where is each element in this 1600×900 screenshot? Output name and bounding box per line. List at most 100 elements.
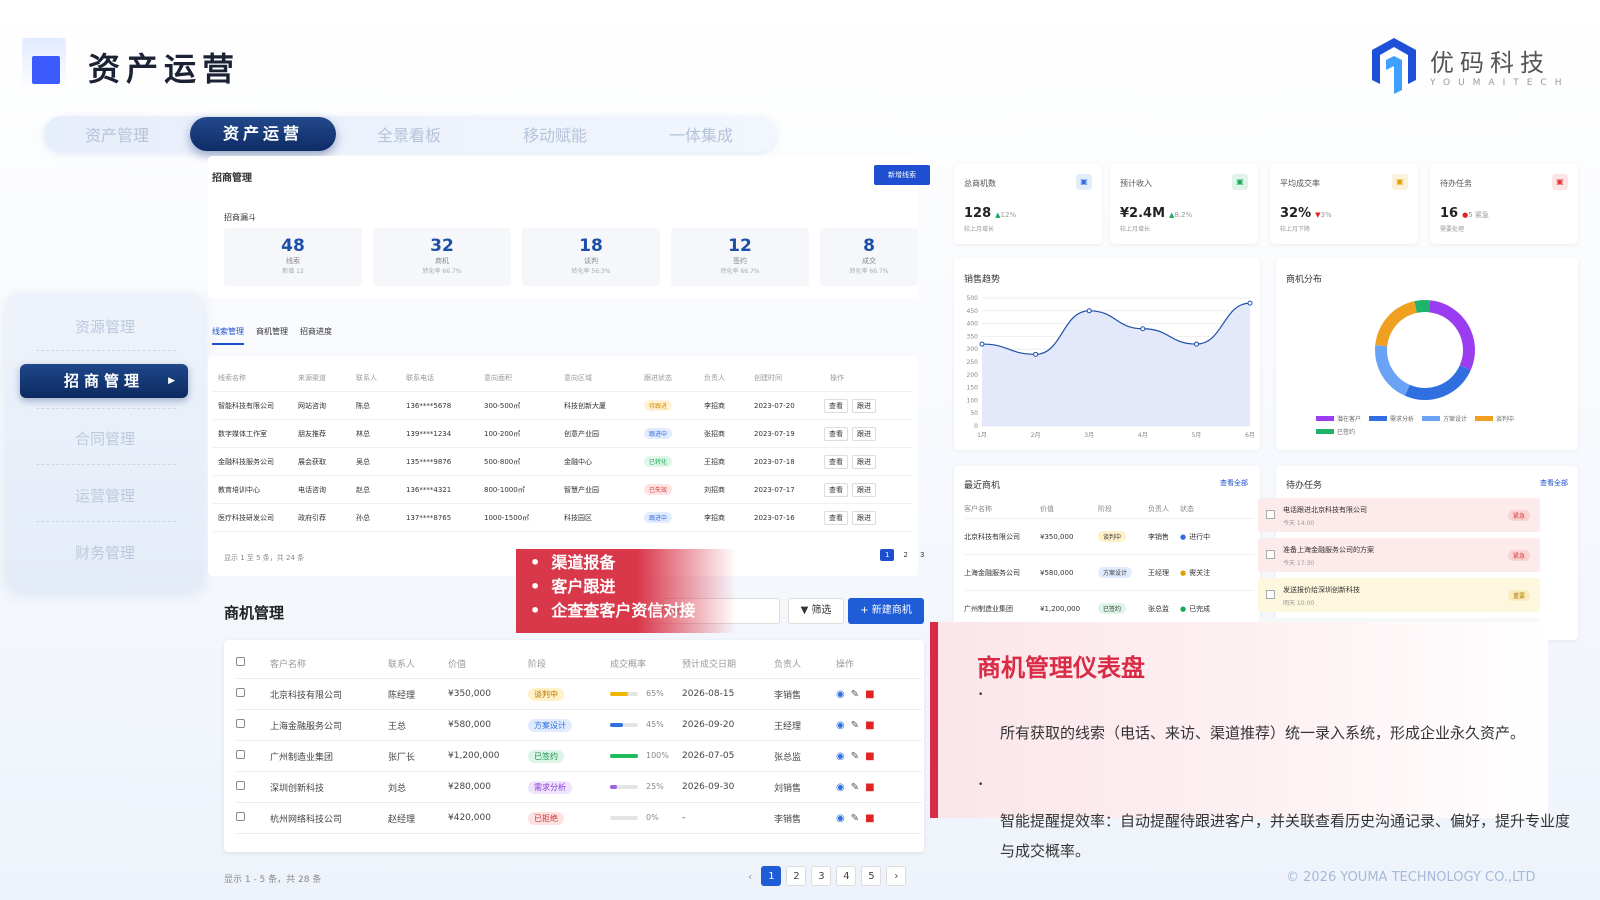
chevron-left-icon[interactable]: ‹ — [748, 870, 752, 883]
view-icon[interactable]: ◉ — [836, 782, 845, 793]
status-text: 已完成 — [1189, 604, 1211, 613]
status-dot-icon: ● — [1180, 604, 1187, 613]
side-item-finance[interactable]: 财务管理 — [6, 542, 204, 563]
filter-button[interactable]: ▼ 筛选 — [788, 598, 844, 624]
view-icon[interactable]: ◉ — [836, 720, 845, 731]
column-header: 联系电话 — [406, 373, 434, 382]
feature-callout: • 渠道报备 • 客户跟进 • 企查查客户资信对接 — [516, 549, 736, 633]
column-header: 负责人 — [1148, 505, 1169, 513]
lead-pagination: 1 2 3 — [880, 549, 927, 561]
table-cell: ¥580,000 — [448, 720, 491, 730]
row-checkbox[interactable] — [236, 688, 270, 700]
page-2[interactable]: 2 — [786, 866, 807, 886]
follow-button[interactable]: 跟进 — [852, 510, 876, 525]
task-item[interactable]: 发送报价给深圳创新科技 明天 10:00 重要 — [1258, 578, 1540, 612]
view-button[interactable]: 查看 — [824, 398, 848, 413]
edit-icon[interactable]: ✎ — [851, 689, 859, 700]
table-cell: 跟进中 — [638, 512, 698, 523]
row-checkbox[interactable] — [236, 812, 270, 824]
page-1[interactable]: 1 — [761, 866, 782, 886]
table-cell: 政府引荐 — [298, 513, 326, 522]
y-tick-label: 350 — [967, 333, 979, 340]
new-opp-button[interactable]: + 新建商机 — [848, 598, 924, 624]
page-1[interactable]: 1 — [880, 549, 895, 561]
edit-icon[interactable]: ✎ — [851, 782, 859, 793]
tab-asset-operation[interactable]: 资产运营 — [190, 117, 336, 151]
kpi-number: 16 — [1440, 206, 1459, 221]
table-row: 教育培训中心 电话咨询 赵总 136****4321 800-1000㎡ 智慧产业园 已失效… — [212, 476, 912, 504]
table-cell: 科技创新大厦 — [564, 401, 606, 410]
edit-icon[interactable]: ✎ — [851, 720, 859, 731]
table-cell: 广州制造业集团 — [964, 604, 1013, 613]
view-button[interactable]: 查看 — [824, 482, 848, 497]
task-checkbox[interactable] — [1266, 590, 1275, 599]
delete-icon[interactable]: ■ — [865, 751, 874, 762]
page-3[interactable]: 3 — [811, 866, 832, 886]
follow-button[interactable]: 跟进 — [852, 426, 876, 441]
page-3[interactable]: 3 — [917, 549, 927, 561]
edit-icon[interactable]: ✎ — [851, 751, 859, 762]
table-cell: 2026-08-15 — [682, 689, 735, 699]
column-header: 成交概率 — [610, 659, 647, 670]
legend-item: 已签约 — [1316, 427, 1355, 436]
tab-mobile[interactable]: 移动赋能 — [482, 122, 628, 146]
side-item-operation[interactable]: 运营管理 — [6, 485, 204, 506]
stage-badge: 谈判中 — [528, 687, 564, 701]
todo-view-all-link[interactable]: 查看全部 — [1540, 478, 1568, 488]
subtab-progress[interactable]: 招商进度 — [300, 326, 332, 345]
view-button[interactable]: 查看 — [824, 426, 848, 441]
page-4[interactable]: 4 — [836, 866, 857, 886]
table-cell: 张总监 — [1148, 604, 1169, 613]
chevron-right-icon[interactable]: › — [886, 866, 907, 886]
delete-icon[interactable]: ■ — [865, 813, 874, 824]
delete-icon[interactable]: ■ — [865, 689, 874, 700]
row-checkbox[interactable] — [236, 750, 270, 762]
table-cell: 王招商 — [704, 457, 725, 466]
task-checkbox[interactable] — [1266, 550, 1275, 559]
follow-button[interactable]: 跟进 — [852, 454, 876, 469]
side-item-resource[interactable]: 资源管理 — [6, 316, 204, 337]
view-button[interactable]: 查看 — [824, 510, 848, 525]
bullet-dot: • — [978, 690, 984, 700]
task-checkbox[interactable] — [1266, 510, 1275, 519]
stage-badge: 谈判中 — [1098, 531, 1127, 542]
row-checkbox[interactable] — [236, 719, 270, 731]
follow-button[interactable]: 跟进 — [852, 398, 876, 413]
side-item-recruit[interactable]: 招商管理 ▶ — [20, 364, 188, 398]
status-dot-icon: ● — [1180, 568, 1187, 577]
recent-view-all-link[interactable]: 查看全部 — [1220, 478, 1248, 488]
kpi-value: 128 ▲12% — [964, 206, 1016, 221]
side-item-contract[interactable]: 合同管理 — [6, 428, 204, 449]
view-icon[interactable]: ◉ — [836, 689, 845, 700]
column-header: 来源渠道 — [298, 373, 326, 382]
recruit-title: 招商管理 — [212, 173, 252, 184]
tab-integration[interactable]: 一体集成 — [628, 122, 774, 146]
tab-panorama[interactable]: 全景看板 — [336, 122, 482, 146]
view-button[interactable]: 查看 — [824, 454, 848, 469]
task-item[interactable]: 电话跟进北京科技有限公司 今天 14:00 紧急 — [1258, 498, 1540, 532]
legend-item: 潜在客户 — [1316, 414, 1361, 423]
tab-asset-management[interactable]: 资产管理 — [44, 122, 190, 146]
subtab-opportunity[interactable]: 商机管理 — [256, 326, 288, 345]
page-5[interactable]: 5 — [861, 866, 882, 886]
row-actions: ◉ ✎ ■ — [836, 751, 886, 762]
view-icon[interactable]: ◉ — [836, 751, 845, 762]
table-cell: 100-200㎡ — [484, 429, 521, 438]
delete-icon[interactable]: ■ — [865, 720, 874, 731]
kpi-delta-text: 8.2% — [1174, 211, 1193, 219]
select-all-checkbox[interactable] — [236, 657, 270, 669]
status-text: 进行中 — [1189, 532, 1211, 541]
subtab-leads[interactable]: 线索管理 — [212, 326, 244, 345]
new-lead-button[interactable]: 新增线索 — [874, 165, 930, 185]
legend-swatch — [1316, 429, 1334, 434]
row-checkbox[interactable] — [236, 781, 270, 793]
delete-icon[interactable]: ■ — [865, 782, 874, 793]
view-icon[interactable]: ◉ — [836, 813, 845, 824]
follow-button[interactable]: 跟进 — [852, 482, 876, 497]
dashboard-item-1: 所有获取的线索（电话、来访、渠道推荐）统一录入系统，形成企业永久资产。 — [1000, 724, 1526, 742]
edit-icon[interactable]: ✎ — [851, 813, 859, 824]
page-2[interactable]: 2 — [900, 549, 910, 561]
table-cell: 林总 — [356, 429, 370, 438]
funnel-card: 48 线索 新增 12 — [224, 228, 362, 286]
task-item[interactable]: 准备上海金融服务公司的方案 今天 17:30 紧急 — [1258, 538, 1540, 572]
